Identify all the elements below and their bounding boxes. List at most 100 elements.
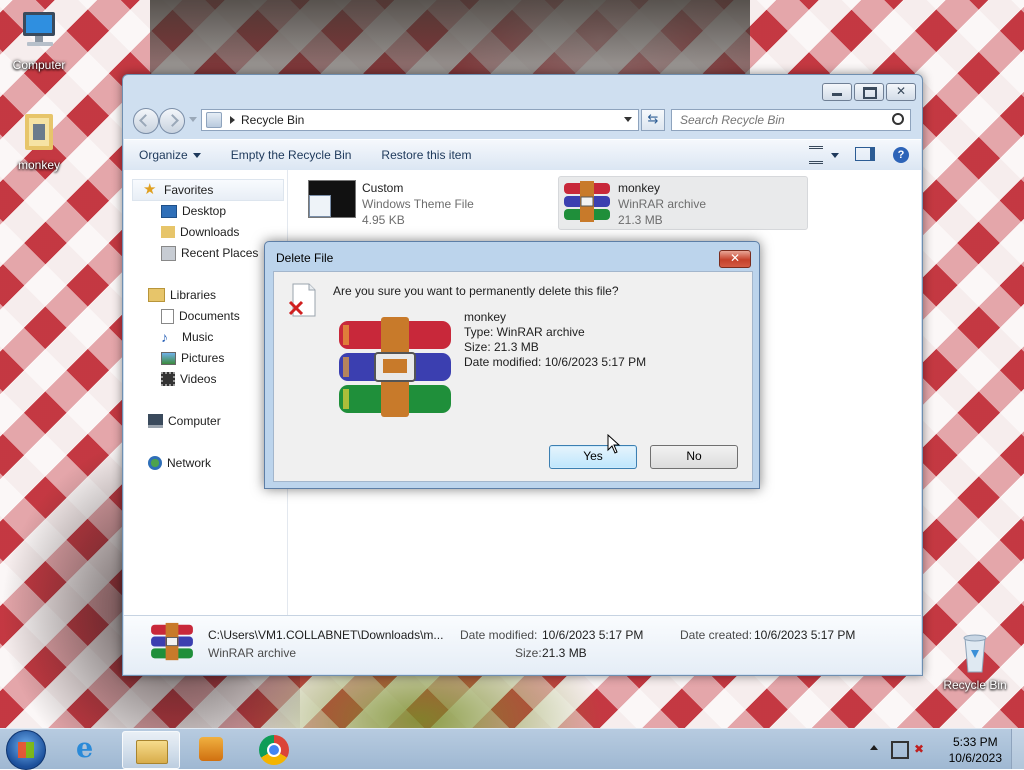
empty-recycle-bin-button[interactable]: Empty the Recycle Bin [216, 148, 367, 162]
file-size: 4.95 KB [362, 213, 405, 227]
details-size-label: Size: [515, 646, 542, 660]
desktop-icon [161, 204, 177, 218]
pictures-icon [161, 351, 176, 365]
nav-recent-places[interactable]: Recent Places [161, 243, 258, 263]
media-player-icon [199, 737, 223, 761]
search-icon[interactable] [892, 113, 904, 125]
details-size-value: 21.3 MB [542, 646, 587, 660]
dialog-question: Are you sure you want to permanently del… [333, 284, 619, 298]
desktop-icon-computer[interactable]: Computer [1, 10, 77, 72]
details-path: C:\Users\VM1.COLLABNET\Downloads\m... [208, 628, 444, 642]
show-desktop-button[interactable] [1011, 729, 1024, 769]
preview-pane-button[interactable] [855, 146, 875, 164]
network-tray-icon[interactable] [891, 741, 909, 759]
show-hidden-icons-button[interactable] [870, 745, 878, 750]
computer-icon [148, 414, 163, 428]
details-pane: C:\Users\VM1.COLLABNET\Downloads\m... Wi… [124, 615, 921, 674]
organize-menu[interactable]: Organize [124, 148, 216, 162]
nav-videos[interactable]: Videos [161, 369, 216, 389]
windows-logo-icon [18, 742, 34, 758]
no-button[interactable]: No [650, 445, 738, 469]
yes-button[interactable]: Yes [549, 445, 637, 469]
search-box[interactable] [671, 109, 911, 131]
file-info-type: Type: WinRAR archive [464, 325, 585, 339]
nav-favorites[interactable]: ★ Favorites [132, 179, 284, 201]
file-type: WinRAR archive [618, 197, 707, 211]
dialog-close-button[interactable]: ✕ [719, 250, 751, 268]
address-dropdown-icon[interactable] [624, 117, 632, 122]
taskbar: e ✖ 5:33 PM 10/6/2023 [0, 728, 1024, 770]
internet-explorer-icon: e [76, 733, 94, 764]
chevron-down-icon [831, 152, 839, 158]
nav-computer[interactable]: Computer [148, 411, 221, 431]
refresh-button[interactable]: ⇆ [641, 109, 665, 131]
change-view-button[interactable] [809, 146, 839, 164]
file-type: Windows Theme File [362, 197, 474, 211]
nav-libraries[interactable]: Libraries [148, 285, 216, 305]
downloads-folder-icon [161, 226, 175, 238]
file-info: monkey Type: WinRAR archive Size: 21.3 M… [464, 310, 646, 370]
network-icon [148, 456, 162, 470]
folder-icon [17, 110, 61, 154]
file-item-monkey[interactable]: monkey WinRAR archive 21.3 MB [558, 176, 808, 230]
file-item-custom[interactable]: Custom Windows Theme File 4.95 KB [308, 180, 538, 230]
winrar-archive-icon [151, 622, 193, 661]
details-modified-label: Date modified: [460, 628, 538, 642]
address-bar[interactable]: Recycle Bin [201, 109, 639, 131]
recent-places-icon [161, 245, 176, 261]
close-icon: ✕ [895, 84, 907, 98]
nav-pictures[interactable]: Pictures [161, 348, 224, 368]
desktop-icon-label: Recycle Bin [943, 678, 1007, 692]
minimize-button[interactable] [822, 83, 852, 101]
details-created-label: Date created: [680, 628, 753, 642]
file-size: 21.3 MB [618, 213, 663, 227]
volume-muted-icon[interactable]: ✖ [914, 741, 930, 757]
winrar-archive-icon [564, 181, 610, 222]
view-icon [809, 146, 823, 164]
winrar-archive-large-icon [339, 317, 451, 417]
theme-file-icon [308, 180, 356, 218]
system-clock[interactable]: 5:33 PM 10/6/2023 [949, 734, 1002, 766]
nav-documents[interactable]: Documents [161, 306, 240, 326]
nav-network[interactable]: Network [148, 453, 211, 473]
file-name: monkey [618, 181, 661, 195]
chevron-down-icon [192, 153, 201, 159]
refresh-icon: ⇆ [647, 111, 659, 126]
music-icon: ♪ [161, 329, 168, 345]
desktop-icon-monkey[interactable]: monkey [1, 110, 77, 172]
back-button[interactable] [133, 108, 159, 134]
nav-music[interactable]: ♪ Music [161, 327, 213, 347]
file-name: Custom [362, 181, 404, 195]
breadcrumb-arrow-icon[interactable] [230, 116, 235, 124]
mouse-cursor-icon [607, 434, 621, 454]
desktop-icon-label: monkey [17, 158, 61, 172]
start-button[interactable] [6, 730, 46, 770]
taskbar-windows-explorer[interactable] [122, 731, 180, 769]
help-button[interactable]: ? [893, 147, 909, 163]
clock-time: 5:33 PM [952, 735, 998, 749]
desktop-icon-recycle-bin[interactable]: Recycle Bin [936, 630, 1014, 692]
clock-date: 10/6/2023 [948, 751, 1002, 765]
videos-icon [161, 372, 175, 386]
close-button[interactable]: ✕ [886, 83, 916, 101]
details-created-value: 10/6/2023 5:17 PM [754, 628, 856, 642]
details-type: WinRAR archive [208, 646, 297, 660]
taskbar-media-player[interactable] [184, 731, 240, 767]
recent-pages-dropdown-icon[interactable] [189, 117, 197, 122]
search-input[interactable] [678, 110, 882, 130]
taskbar-internet-explorer[interactable]: e [62, 731, 118, 767]
file-info-size: Size: 21.3 MB [464, 340, 539, 354]
file-info-name: monkey [464, 310, 507, 324]
help-icon: ? [893, 147, 909, 163]
maximize-button[interactable] [854, 83, 884, 101]
taskbar-chrome[interactable] [246, 731, 302, 767]
nav-downloads[interactable]: Downloads [161, 222, 239, 242]
forward-button[interactable] [159, 108, 185, 134]
nav-desktop[interactable]: Desktop [161, 201, 226, 221]
delete-file-dialog: Delete File ✕ Are you sure you want to p… [264, 241, 760, 489]
restore-item-button[interactable]: Restore this item [366, 148, 486, 162]
dialog-body: Are you sure you want to permanently del… [273, 271, 753, 482]
close-icon: ✕ [729, 251, 741, 265]
breadcrumb-current[interactable]: Recycle Bin [241, 113, 304, 127]
details-modified-value: 10/6/2023 5:17 PM [542, 628, 644, 642]
